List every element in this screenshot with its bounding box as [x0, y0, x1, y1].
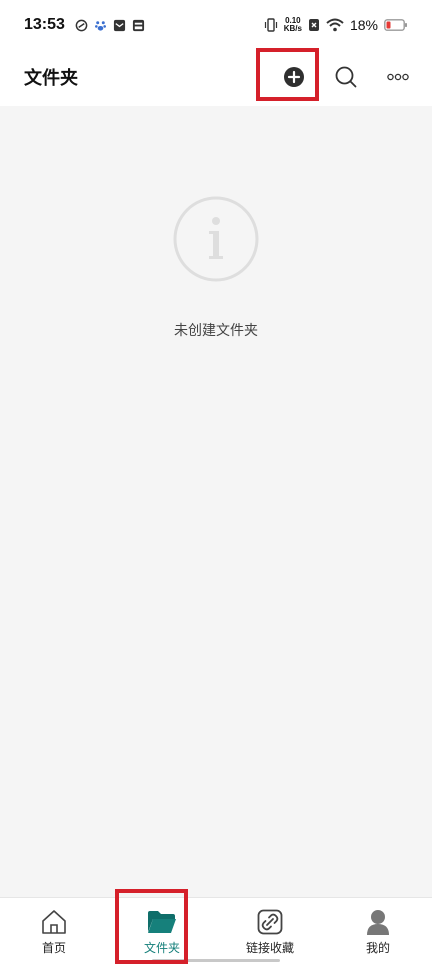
net-speed: 0.10 KB/s	[284, 17, 302, 33]
search-button[interactable]	[328, 59, 364, 95]
plus-circle-icon	[284, 67, 304, 87]
status-left: 13:53	[24, 16, 145, 34]
battery-icon	[384, 19, 407, 31]
tab-me-icon-wrap	[363, 908, 393, 936]
tab-folder-icon-wrap	[147, 908, 177, 936]
tab-link-favorites[interactable]: 链接收藏	[225, 898, 315, 964]
tab-label: 链接收藏	[245, 941, 294, 955]
mail-icon	[113, 19, 125, 31]
empty-message: 未创建文件夹	[174, 323, 258, 339]
more-horizontal-icon	[387, 73, 409, 81]
tab-home-icon-wrap	[39, 908, 69, 936]
wifi-icon	[326, 18, 344, 32]
user-icon	[367, 910, 389, 935]
status-bar: 13:53 0.10 KB/s 18%	[0, 0, 432, 50]
status-time: 13:53	[24, 16, 65, 33]
more-options-button[interactable]	[380, 59, 416, 95]
search-icon	[335, 66, 357, 88]
battery-percent: 18%	[349, 17, 378, 33]
vibrate-icon	[264, 18, 277, 32]
tab-label: 我的	[365, 941, 390, 955]
folder-icon	[148, 911, 176, 933]
home-indicator	[152, 959, 280, 962]
status-right: 0.10 KB/s 18%	[264, 17, 408, 33]
link-icon	[257, 909, 283, 935]
info-icon	[173, 196, 259, 282]
empty-state: 未创建文件夹	[0, 106, 432, 896]
home-icon	[42, 910, 66, 934]
sim-disabled-icon	[308, 19, 319, 31]
add-folder-button[interactable]	[276, 59, 312, 95]
tab-home[interactable]: 首页	[9, 898, 99, 964]
bottom-navigation: 首页 文件夹 链接收藏 我的	[0, 897, 432, 964]
calendar-icon	[132, 19, 144, 31]
page-title: 文件夹	[24, 68, 78, 89]
tab-label: 文件夹	[143, 941, 180, 955]
tab-links-icon-wrap	[255, 908, 285, 936]
tab-me[interactable]: 我的	[333, 898, 423, 964]
paw-icon	[94, 20, 106, 31]
top-app-bar: 文件夹	[0, 50, 432, 106]
net-speed-unit: KB/s	[283, 24, 302, 33]
tab-label: 首页	[41, 941, 66, 955]
app-notification-icon	[75, 19, 88, 31]
tab-folder[interactable]: 文件夹	[117, 898, 207, 964]
